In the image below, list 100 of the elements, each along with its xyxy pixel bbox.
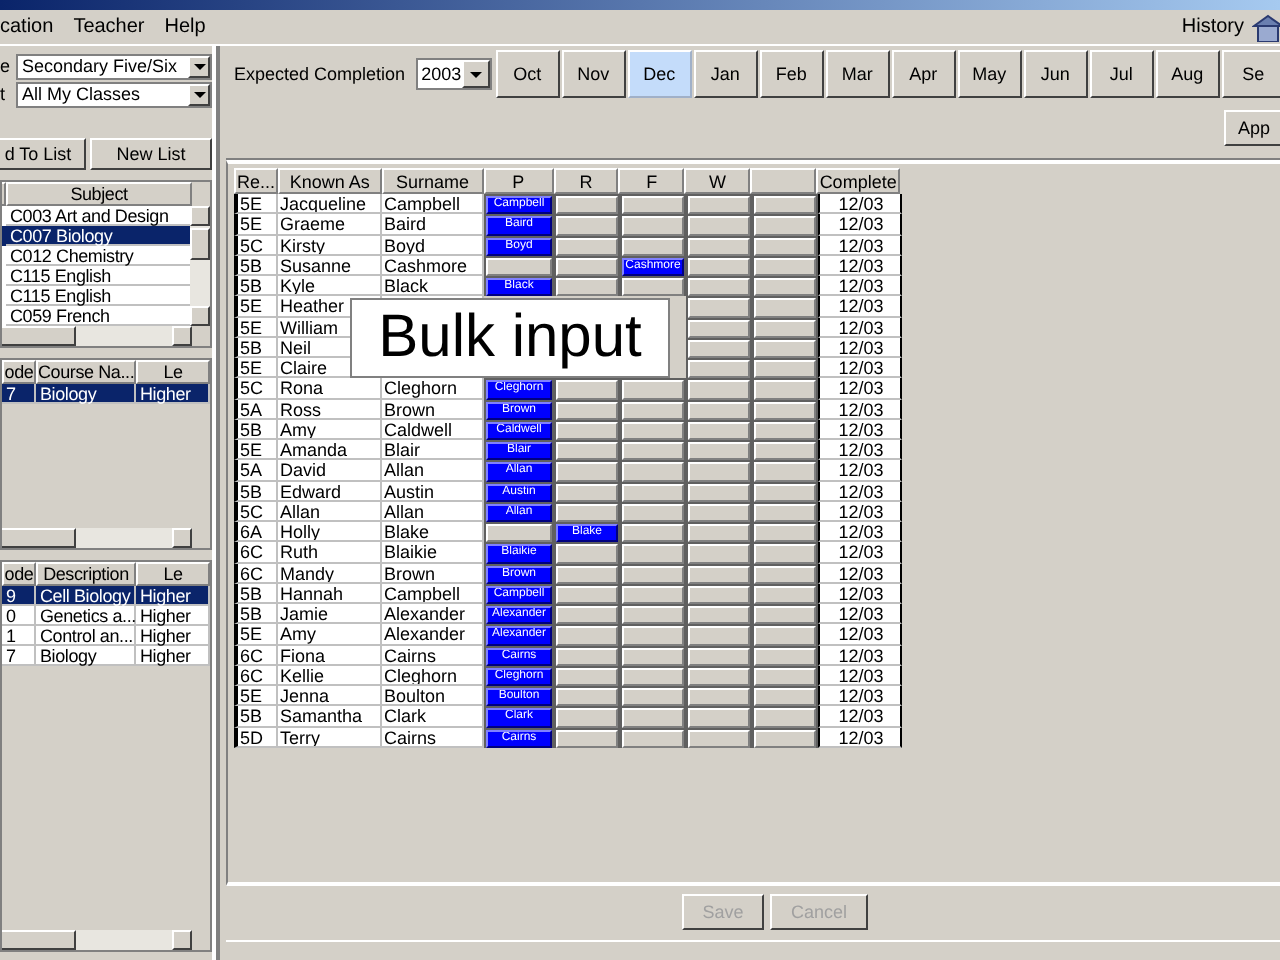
mark-toggle[interactable] [556, 667, 618, 686]
table-row[interactable]: 7 Biology Higher [2, 384, 210, 404]
mark-toggle[interactable] [754, 237, 816, 256]
mark-toggle[interactable] [688, 688, 750, 707]
mark-toggle[interactable] [754, 442, 816, 461]
mark-toggle[interactable] [556, 421, 618, 440]
mark-toggle[interactable] [754, 319, 816, 338]
mark-toggle[interactable] [622, 688, 684, 707]
mark-toggle[interactable] [754, 339, 816, 358]
month-button[interactable]: Mar [825, 50, 890, 98]
column-header[interactable]: Le [136, 562, 210, 586]
mark-toggle[interactable] [688, 257, 750, 276]
mark-toggle[interactable] [556, 462, 618, 481]
mark-toggle[interactable] [622, 401, 684, 420]
column-header[interactable]: Re... [234, 168, 278, 194]
mark-toggle[interactable] [486, 257, 552, 276]
mark-toggle[interactable] [754, 257, 816, 276]
mark-toggle[interactable] [754, 196, 816, 215]
mark-toggle[interactable] [556, 278, 618, 297]
mark-toggle[interactable] [622, 524, 684, 543]
month-button[interactable]: Jul [1089, 50, 1154, 98]
mark-toggle[interactable] [556, 483, 618, 502]
month-button[interactable]: Feb [759, 50, 824, 98]
filter-dropdown[interactable]: All My Classes [16, 81, 212, 107]
mark-toggle[interactable] [622, 606, 684, 625]
mark-toggle[interactable] [556, 196, 618, 215]
mark-toggle[interactable] [556, 442, 618, 461]
mark-toggle[interactable] [688, 196, 750, 215]
mark-toggle[interactable] [556, 729, 618, 748]
month-button[interactable]: Se [1221, 50, 1280, 98]
mark-toggle[interactable] [754, 298, 816, 317]
mark-toggle[interactable] [622, 729, 684, 748]
mark-toggle[interactable] [622, 544, 684, 563]
mark-toggle[interactable] [556, 647, 618, 666]
mark-toggle[interactable] [688, 462, 750, 481]
mark-toggle[interactable] [688, 216, 750, 235]
mark-toggle[interactable] [688, 339, 750, 358]
mark-toggle[interactable] [688, 708, 750, 727]
mark-toggle[interactable] [622, 462, 684, 481]
mark-toggle[interactable] [754, 729, 816, 748]
mark-toggle[interactable] [622, 421, 684, 440]
mark-toggle[interactable] [754, 421, 816, 440]
mark-toggle[interactable] [754, 216, 816, 235]
mark-toggle[interactable] [622, 626, 684, 645]
mark-toggle[interactable] [754, 585, 816, 604]
mark-toggle[interactable] [754, 524, 816, 543]
table-row[interactable]: 7 Biology Higher [2, 646, 210, 666]
mark-toggle[interactable] [556, 565, 618, 584]
mark-toggle[interactable] [688, 237, 750, 256]
mark-toggle[interactable] [688, 278, 750, 297]
mark-toggle[interactable] [688, 360, 750, 379]
mark-toggle[interactable] [556, 544, 618, 563]
column-header[interactable]: R [553, 168, 619, 194]
column-header[interactable]: Subject [6, 182, 192, 206]
mark-toggle[interactable] [688, 421, 750, 440]
mark-toggle[interactable] [754, 544, 816, 563]
menu-item[interactable]: Teacher [73, 16, 145, 38]
mark-toggle[interactable] [556, 401, 618, 420]
mark-toggle[interactable] [688, 483, 750, 502]
mark-toggle[interactable] [754, 606, 816, 625]
column-header[interactable]: Course Na... [36, 360, 136, 384]
mark-toggle[interactable] [754, 278, 816, 297]
mark-toggle[interactable] [688, 298, 750, 317]
mark-toggle[interactable] [688, 626, 750, 645]
mark-toggle[interactable] [688, 503, 750, 522]
mark-toggle[interactable] [754, 503, 816, 522]
column-header[interactable]: W [684, 168, 751, 194]
month-button[interactable]: Oct [495, 50, 560, 98]
mark-toggle[interactable] [622, 216, 684, 235]
mark-toggle[interactable] [622, 585, 684, 604]
table-row[interactable]: C115 English [2, 286, 190, 306]
scrollbar[interactable] [2, 326, 192, 346]
month-button[interactable]: May [957, 50, 1022, 98]
mark-toggle[interactable] [754, 401, 816, 420]
column-header[interactable]: ode [2, 562, 36, 586]
mark-toggle[interactable] [688, 544, 750, 563]
mark-toggle[interactable] [556, 626, 618, 645]
filter-dropdown[interactable]: Secondary Five/Six [16, 53, 212, 79]
month-button[interactable]: Dec [627, 50, 692, 98]
mark-toggle[interactable] [754, 380, 816, 399]
mark-toggle[interactable] [622, 565, 684, 584]
scrollbar[interactable] [2, 930, 192, 950]
mark-toggle[interactable] [622, 667, 684, 686]
table-row[interactable]: C007 Biology [2, 226, 190, 246]
mark-toggle[interactable] [688, 647, 750, 666]
table-row[interactable]: C115 English [2, 266, 190, 286]
mark-toggle[interactable] [556, 708, 618, 727]
mark-toggle[interactable] [622, 442, 684, 461]
mark-toggle[interactable] [688, 585, 750, 604]
column-header[interactable] [750, 168, 817, 194]
house-icon[interactable] [1252, 13, 1280, 41]
table-row[interactable]: 0 Genetics a... Higher [2, 606, 210, 626]
column-header[interactable]: Surname [381, 168, 484, 194]
month-button[interactable]: Apr [891, 50, 956, 98]
list-button[interactable]: d To List [0, 138, 86, 170]
column-header[interactable]: Description [36, 562, 136, 586]
mark-toggle[interactable] [754, 360, 816, 379]
scrollbar[interactable] [190, 206, 210, 326]
table-row[interactable]: 9 Cell Biology Higher [2, 586, 210, 606]
column-header[interactable]: ode [2, 360, 36, 384]
